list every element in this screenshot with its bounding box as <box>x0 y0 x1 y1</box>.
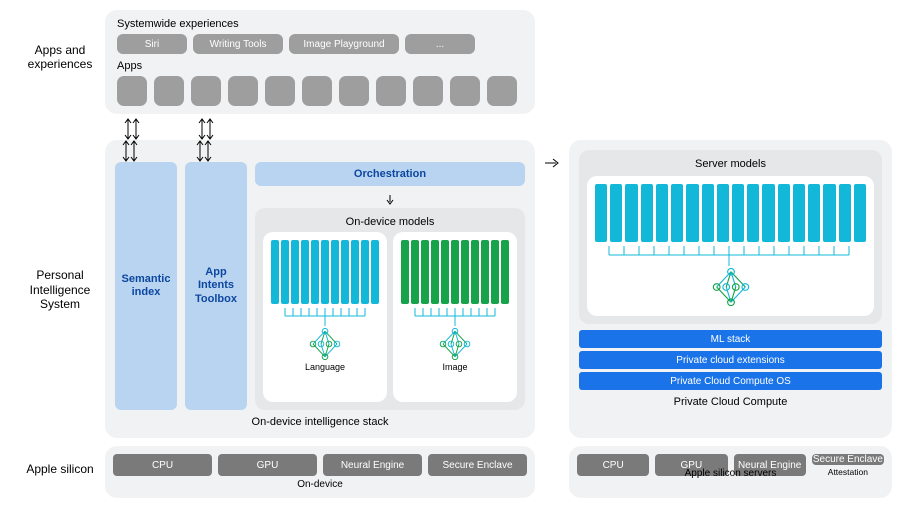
image-label: Image <box>442 362 467 372</box>
on-device-stack-panel: Semantic index App Intents Toolbox Orche… <box>105 140 535 438</box>
neural-net-icon <box>435 326 475 362</box>
comb-connector-icon <box>280 308 370 326</box>
bidir-arrow-icon <box>122 118 142 140</box>
app-intents-box: App Intents Toolbox <box>185 162 247 410</box>
bidir-arrow-icon <box>120 140 140 162</box>
silicon-chip-enclave: Secure Enclave <box>428 454 527 476</box>
systemwide-chips: Siri Writing Tools Image Playground ... <box>117 34 523 54</box>
image-model-card: Image <box>393 232 517 402</box>
comb-connector-icon <box>410 308 500 326</box>
pcc-panel: Server models <box>569 140 892 438</box>
app-box <box>117 76 147 106</box>
silicon-on-device-caption: On-device <box>113 479 527 490</box>
on-device-models-title: On-device models <box>263 216 517 228</box>
semantic-index-box: Semantic index <box>115 162 177 410</box>
silicon-servers-panel: CPU GPU Neural Engine Secure Enclave Att… <box>569 446 892 498</box>
pis-label: Personal Intelligence System <box>30 268 91 311</box>
systemwide-title: Systemwide experiences <box>117 18 523 30</box>
model-bars-icon <box>595 184 866 242</box>
app-box <box>413 76 443 106</box>
silicon-chip-enclave: Secure Enclave <box>812 454 884 465</box>
apps-panel: Systemwide experiences Siri Writing Tool… <box>105 10 535 114</box>
app-box <box>302 76 332 106</box>
chip-writing-tools: Writing Tools <box>193 34 283 54</box>
apps-title: Apps <box>117 60 523 72</box>
bidir-arrow-icon <box>196 118 216 140</box>
right-arrow-icon <box>545 156 559 170</box>
comb-connector-icon <box>601 246 861 266</box>
down-arrow-icon <box>385 195 395 205</box>
app-box <box>228 76 258 106</box>
app-box <box>191 76 221 106</box>
pcc-os-bar: Private Cloud Compute OS <box>579 372 882 390</box>
app-box <box>450 76 480 106</box>
apps-experiences-label: Apps and experiences <box>28 43 93 72</box>
app-box <box>376 76 406 106</box>
server-models-panel: Server models <box>579 150 882 324</box>
on-device-models-panel: On-device models <box>255 208 525 410</box>
app-box <box>339 76 369 106</box>
model-bars-icon <box>401 240 509 304</box>
server-models-title: Server models <box>587 158 874 170</box>
pcc-caption: Private Cloud Compute <box>579 396 882 408</box>
on-device-stack-caption: On-device intelligence stack <box>115 416 525 428</box>
chip-more: ... <box>405 34 475 54</box>
apps-grid <box>117 76 523 106</box>
silicon-on-device-panel: CPU GPU Neural Engine Secure Enclave On-… <box>105 446 535 498</box>
neural-net-icon <box>305 326 345 362</box>
chip-image-playground: Image Playground <box>289 34 399 54</box>
silicon-chip-cpu: CPU <box>577 454 649 476</box>
silicon-chip-neural: Neural Engine <box>323 454 422 476</box>
app-box <box>154 76 184 106</box>
apple-silicon-label: Apple silicon <box>26 462 93 476</box>
chip-siri: Siri <box>117 34 187 54</box>
language-label: Language <box>305 362 345 372</box>
ml-stack-bar: ML stack <box>579 330 882 348</box>
attestation-label: Attestation <box>812 467 884 477</box>
bidir-arrow-icon <box>194 140 214 162</box>
orchestration-box: Orchestration <box>255 162 525 186</box>
silicon-chip-cpu: CPU <box>113 454 212 476</box>
server-model-card <box>587 176 874 316</box>
app-box <box>265 76 295 106</box>
silicon-chip-gpu: GPU <box>218 454 317 476</box>
private-cloud-ext-bar: Private cloud extensions <box>579 351 882 369</box>
language-model-card: Language <box>263 232 387 402</box>
neural-net-icon <box>707 266 755 308</box>
app-box <box>487 76 517 106</box>
model-bars-icon <box>271 240 379 304</box>
